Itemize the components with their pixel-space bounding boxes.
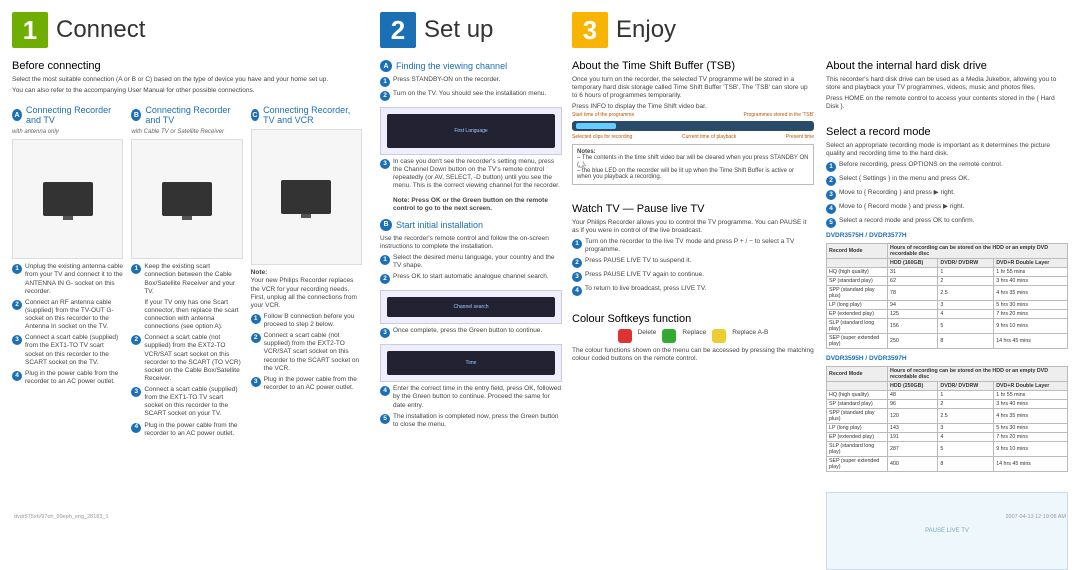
- table-row: LP (long play)14335 hrs 30 mins: [827, 424, 1068, 433]
- footer-date: 2007-04-13 12:19:08 AM: [1005, 514, 1066, 520]
- section-enjoy: 3 Enjoy About the Time Shift Buffer (TSB…: [572, 12, 1068, 506]
- table-row: SLP (standard long play)15659 hrs 10 min…: [827, 318, 1068, 333]
- option-b-diagram: [131, 139, 242, 259]
- option-c: C Connecting Recorder, TV and VCR Note: …: [251, 101, 362, 441]
- softkeys-legend: Delete Replace Replace A-B: [572, 329, 814, 343]
- setup-b-title: Start initial installation: [396, 220, 483, 230]
- hdd-p2: Press HOME on the remote control to acce…: [826, 95, 1068, 111]
- softkey-red-icon: [618, 329, 632, 343]
- setup-b-icon: B: [380, 219, 392, 231]
- recmode-p1: Select an appropriate recording mode is …: [826, 142, 1068, 158]
- softkeys-p1: The colour functions shown on the menu c…: [572, 347, 814, 363]
- option-a-title: Connecting Recorder and TV: [26, 105, 123, 125]
- optc-note-text: Your new Philips Recorder replaces the V…: [251, 277, 362, 310]
- section-connect: 1 Connect Before connecting Select the m…: [12, 12, 362, 506]
- hdd-heading: About the internal hard disk drive: [826, 60, 1068, 72]
- step-title-connect: Connect: [56, 16, 145, 44]
- table-row: EP (extended play)12547 hrs 20 mins: [827, 309, 1068, 318]
- table-row: HQ (high quality)4811 hr 55 mins: [827, 391, 1068, 400]
- softkey-green-icon: [662, 329, 676, 343]
- letter-c-icon: C: [251, 109, 259, 121]
- option-a-steps: 1Unplug the existing antenna cable from …: [12, 263, 123, 386]
- enjoy-right-col: About the internal hard disk drive This …: [826, 56, 1068, 570]
- option-c-steps: 1Follow B connection before you proceed …: [251, 313, 362, 392]
- step-number-3: 3: [572, 12, 608, 48]
- table-row: HQ (high quality)3111 hr 55 mins: [827, 267, 1068, 276]
- footer-filename: dvdr575xh/97eh_99eph_eng_28183_1: [14, 514, 109, 520]
- table-row: SEP (super extended play)250814 hrs 45 m…: [827, 333, 1068, 348]
- tsb-label-present: Present time: [786, 134, 814, 140]
- table-row: EP (extended play)19147 hrs 20 mins: [827, 433, 1068, 442]
- step-number-2: 2: [380, 12, 416, 48]
- watch-heading: Watch TV — Pause live TV: [572, 203, 814, 215]
- table1-title: DVDR3575H / DVDR3577H: [826, 232, 1068, 240]
- letter-b-icon: B: [131, 109, 141, 121]
- letter-a-icon: A: [12, 109, 22, 121]
- table-row: SPP (standard play plus)782.54 hrs 35 mi…: [827, 285, 1068, 300]
- option-b-subtitle: with Cable TV or Satellite Receiver: [131, 129, 242, 135]
- tsb-p1: Once you turn on the recorder, the selec…: [572, 76, 814, 100]
- tsb-notes-box: Notes: – The contents in the time shift …: [572, 144, 814, 185]
- option-a: A Connecting Recorder and TV with antenn…: [12, 101, 123, 441]
- softkeys-heading: Colour Softkeys function: [572, 313, 814, 325]
- option-b-title: Connecting Recorder and TV: [145, 105, 242, 125]
- setup-b-screenshot2: Time: [380, 344, 562, 382]
- remote-illustration: PAUSE LIVE TV: [826, 492, 1068, 570]
- option-c-title: Connecting Recorder, TV and VCR: [263, 105, 362, 125]
- watch-p1: Your Philips Recorder allows you to cont…: [572, 219, 814, 235]
- step-title-enjoy: Enjoy: [616, 16, 676, 44]
- setup-b-screenshot1: Channel search: [380, 290, 562, 324]
- setup-a-screenshot: First Language: [380, 107, 562, 155]
- table-row: LP (long play)9435 hrs 30 mins: [827, 300, 1068, 309]
- setup-a-title: Finding the viewing channel: [396, 61, 507, 71]
- table2-title: DVDR3595H / DVDR3597H: [826, 355, 1068, 363]
- option-a-subtitle: with antenna only: [12, 129, 123, 135]
- table-row: SP (standard play)6223 hrs 40 mins: [827, 276, 1068, 285]
- record-mode-table-2: Record ModeHours of recording can be sto…: [826, 366, 1068, 472]
- tsb-label-stored: Programmes stored in the 'TSB': [743, 112, 814, 118]
- option-c-diagram: [251, 129, 362, 265]
- table-row: SLP (standard long play)28759 hrs 10 min…: [827, 442, 1068, 457]
- option-b: B Connecting Recorder and TV with Cable …: [131, 101, 242, 441]
- tsb-label-start: Start time of the programme: [572, 112, 634, 118]
- tsb-bar-graphic: [572, 121, 814, 131]
- section-setup: 2 Set up A Finding the viewing channel 1…: [380, 12, 562, 506]
- before-connecting-text2: You can also refer to the accompanying U…: [12, 87, 362, 95]
- before-connecting-text: Select the most suitable connection (A o…: [12, 76, 362, 84]
- hdd-p1: This recorder's hard disk drive can be u…: [826, 76, 1068, 92]
- table-row: SPP (standard play plus)1202.54 hrs 35 m…: [827, 409, 1068, 424]
- setup-b-intro: Use the recorder's remote control and fo…: [380, 235, 562, 251]
- softkey-yellow-icon: [712, 329, 726, 343]
- recmode-heading: Select a record mode: [826, 126, 1068, 138]
- record-mode-table-1: Record ModeHours of recording can be sto…: [826, 243, 1068, 349]
- setup-a-icon: A: [380, 60, 392, 72]
- table-row: SP (standard play)9623 hrs 40 mins: [827, 400, 1068, 409]
- option-a-diagram: [12, 139, 123, 259]
- setup-a-note: Note: Press OK or the Green button on th…: [393, 197, 548, 212]
- tsb-label-clips: Selected clips for recording: [572, 134, 632, 140]
- step-number-1: 1: [12, 12, 48, 48]
- optc-note-head: Note:: [251, 269, 268, 276]
- before-connecting-heading: Before connecting: [12, 60, 362, 72]
- enjoy-left-col: About the Time Shift Buffer (TSB) Once y…: [572, 56, 814, 570]
- tsb-label-current: Current time of playback: [682, 134, 736, 140]
- tsb-heading: About the Time Shift Buffer (TSB): [572, 60, 814, 72]
- step-title-setup: Set up: [424, 16, 493, 44]
- option-b-steps: 1Keep the existing scart connection betw…: [131, 263, 242, 438]
- table-row: SEP (super extended play)400814 hrs 45 m…: [827, 457, 1068, 472]
- tsb-p2: Press INFO to display the Time Shift vid…: [572, 103, 814, 111]
